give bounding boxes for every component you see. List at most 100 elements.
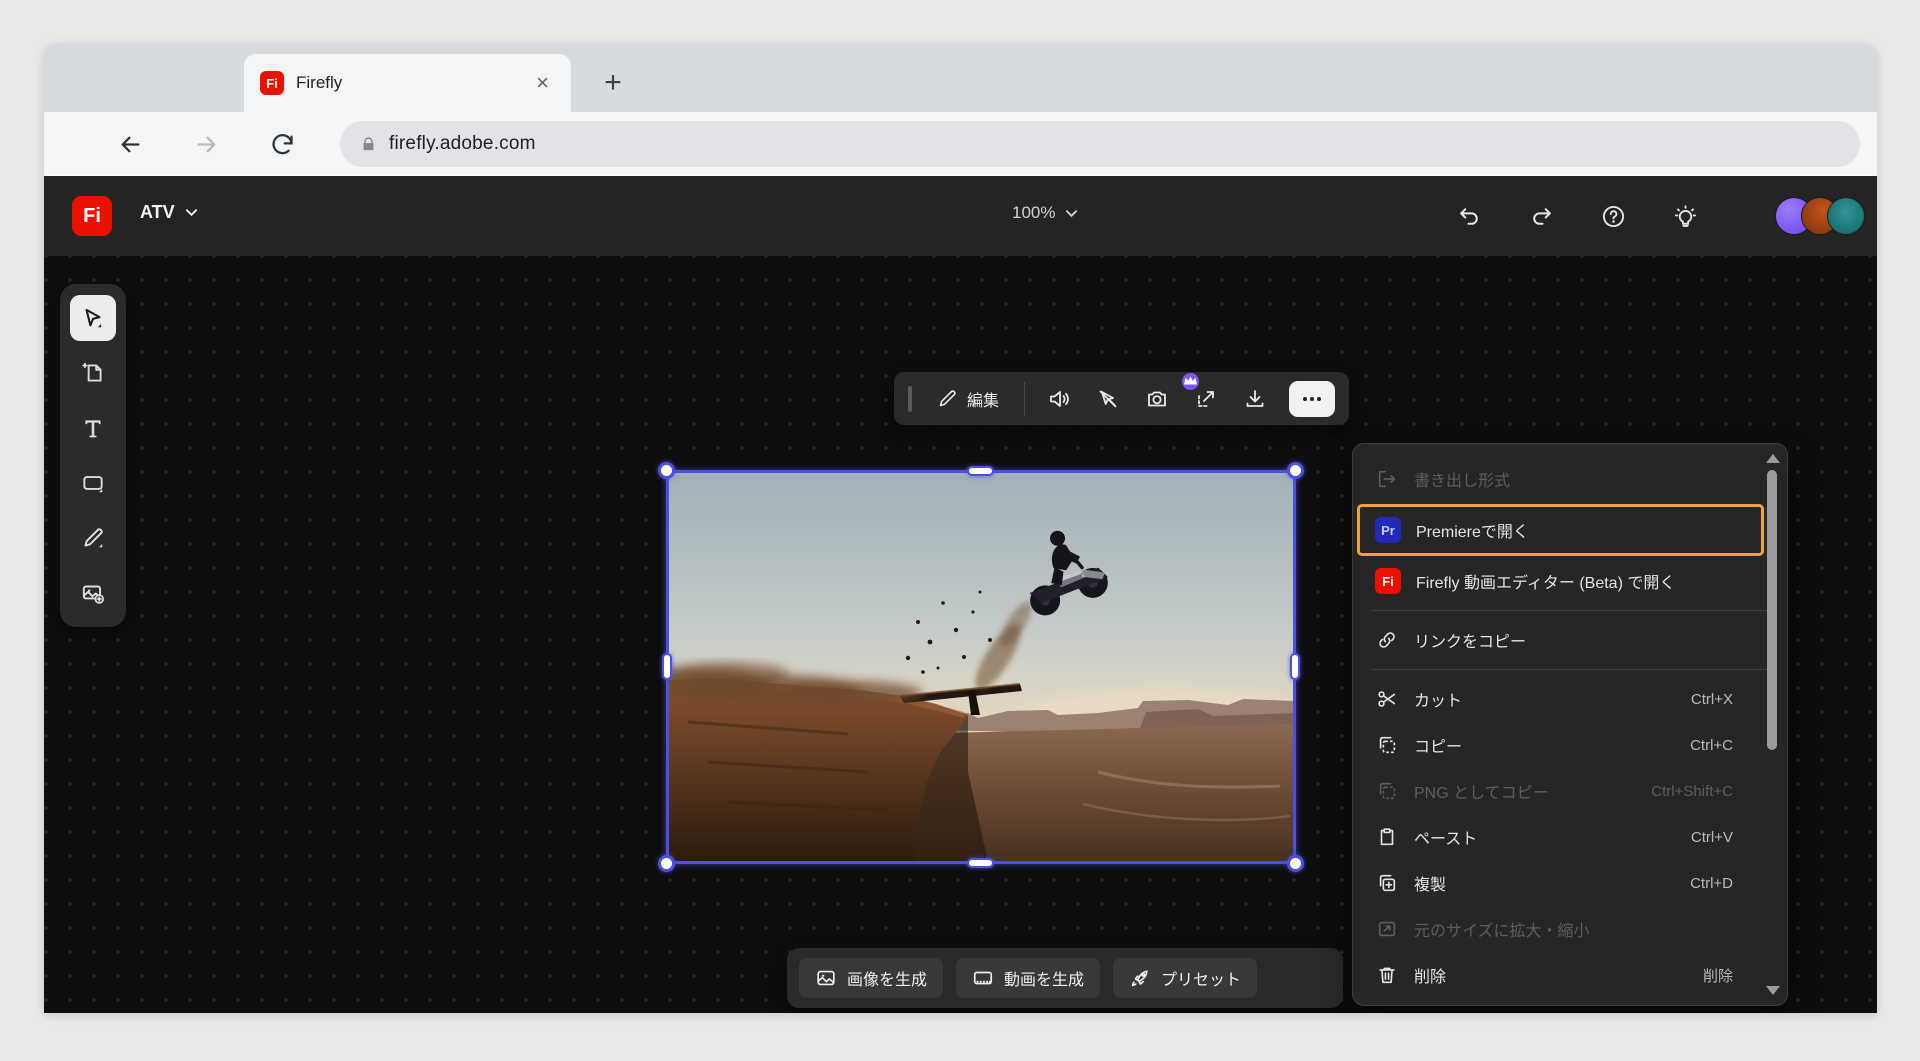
selection-toolbar: 編集	[894, 372, 1350, 425]
generate-video-button[interactable]: 動画を生成	[956, 958, 1101, 998]
trash-icon	[1375, 963, 1399, 987]
shortcut: Ctrl+D	[1690, 874, 1733, 892]
close-tab-icon[interactable]: ×	[530, 70, 555, 96]
resize-handle-top-right[interactable]	[1287, 462, 1304, 479]
browser-tab-bar: Fi Firefly × +	[44, 44, 1877, 131]
volume-icon[interactable]	[1044, 381, 1074, 417]
menu-item-cut[interactable]: カット Ctrl+X	[1353, 676, 1787, 722]
screenshot-root: Fi Firefly × + firefly.adobe.com Fi ATV …	[0, 0, 1920, 1061]
copy-icon	[1375, 779, 1399, 803]
resize-handle-bottom-right[interactable]	[1287, 855, 1304, 872]
image-icon	[817, 970, 835, 986]
menu-item-duplicate[interactable]: 複製 Ctrl+D	[1353, 860, 1787, 906]
project-name: ATV	[140, 202, 175, 222]
generate-image-label: 画像を生成	[847, 972, 928, 989]
forward-icon[interactable]	[188, 126, 224, 162]
duplicate-icon	[1375, 871, 1399, 895]
menu-item-delete[interactable]: 削除 削除	[1353, 952, 1787, 998]
selected-image[interactable]	[658, 462, 1304, 872]
shortcut: Ctrl+X	[1690, 690, 1733, 708]
add-image-icon[interactable]	[70, 570, 116, 616]
draw-tool-icon[interactable]	[70, 515, 116, 561]
export-icon	[1375, 467, 1399, 491]
context-menu: 書き出し形式 Pr Premiereで開く Fi Firefly 動画エディター…	[1352, 443, 1788, 1006]
resize-handle-right[interactable]	[1290, 653, 1300, 680]
camera-icon[interactable]	[1142, 381, 1172, 417]
reload-icon[interactable]	[264, 126, 300, 162]
scrollbar-thumb[interactable]	[1767, 470, 1777, 750]
resize-handle-left[interactable]	[662, 653, 672, 680]
edit-button[interactable]: 編集	[931, 387, 1005, 411]
select-cursor-icon[interactable]	[70, 295, 116, 341]
menu-item-paste[interactable]: ペースト Ctrl+V	[1353, 814, 1787, 860]
resize-handle-bottom[interactable]	[967, 858, 994, 868]
upscale-premium-icon[interactable]	[1182, 372, 1221, 417]
shortcut: Ctrl+C	[1690, 736, 1733, 754]
menu-item-open-premiere[interactable]: Pr Premiereで開く	[1357, 504, 1764, 556]
menu-scrollbar[interactable]	[1764, 454, 1780, 995]
discover-bulb-icon[interactable]	[1663, 194, 1707, 238]
shortcut: Ctrl+Shift+C	[1651, 782, 1733, 800]
browser-window: Fi Firefly × + firefly.adobe.com Fi ATV …	[44, 44, 1877, 1013]
firefly-badge: Fi	[1375, 568, 1401, 594]
drag-handle[interactable]	[908, 385, 912, 412]
tab-title: Firefly	[296, 73, 343, 92]
copy-icon	[1375, 733, 1399, 757]
firefly-app: Fi ATV 100% 編集 画像を生成 動画を生成 プリセット 書き出し形式 …	[44, 176, 1877, 1013]
menu-divider	[1371, 669, 1769, 670]
scroll-up-icon[interactable]	[1766, 454, 1780, 463]
resize-handle-top[interactable]	[967, 466, 994, 476]
menu-item-copy-link[interactable]: リンクをコピー	[1353, 617, 1787, 663]
atv-cliff-jump-photo	[668, 472, 1294, 862]
new-tab-button[interactable]: +	[596, 66, 630, 100]
menu-item-scale-to-original: 元のサイズに拡大・縮小	[1353, 906, 1787, 952]
url-bar[interactable]: firefly.adobe.com	[340, 121, 1860, 167]
app-header: Fi ATV 100%	[44, 176, 1877, 256]
firefly-logo[interactable]: Fi	[72, 196, 112, 236]
lock-icon	[363, 136, 374, 150]
shortcut: Ctrl+V	[1690, 828, 1733, 846]
divider	[1024, 381, 1026, 416]
presets-button[interactable]: プリセット	[1113, 958, 1258, 998]
paste-icon	[1375, 825, 1399, 849]
film-icon	[973, 971, 993, 985]
back-icon[interactable]	[112, 126, 148, 162]
tool-rail	[60, 284, 126, 627]
more-options-button[interactable]	[1289, 380, 1336, 417]
add-page-icon[interactable]	[70, 350, 116, 396]
resize-handle-top-left[interactable]	[658, 462, 675, 479]
rocket-icon	[1131, 970, 1148, 987]
menu-item-open-firefly-editor[interactable]: Fi Firefly 動画エディター (Beta) で開く	[1353, 558, 1787, 604]
shortcut: 削除	[1702, 967, 1733, 985]
collaborator-avatars[interactable]	[1775, 197, 1865, 235]
menu-item-export-format: 書き出し形式	[1353, 456, 1787, 502]
project-name-menu[interactable]: ATV	[140, 202, 198, 223]
shape-tool-icon[interactable]	[70, 460, 116, 506]
generate-bar: 画像を生成 動画を生成 プリセット	[787, 948, 1343, 1008]
chevron-down-icon	[185, 209, 197, 217]
undo-icon[interactable]	[1447, 194, 1491, 238]
scissors-icon	[1375, 687, 1399, 711]
scroll-down-icon[interactable]	[1766, 986, 1780, 995]
browser-tab[interactable]: Fi Firefly ×	[244, 54, 571, 112]
link-icon	[1375, 628, 1399, 652]
redo-icon[interactable]	[1519, 194, 1563, 238]
menu-item-copy[interactable]: コピー Ctrl+C	[1353, 722, 1787, 768]
avatar[interactable]	[1827, 197, 1865, 235]
generate-video-label: 動画を生成	[1004, 972, 1085, 989]
url-text: firefly.adobe.com	[389, 133, 536, 154]
download-icon[interactable]	[1240, 381, 1270, 417]
menu-divider	[1371, 610, 1769, 611]
editor-canvas[interactable]: 編集 画像を生成 動画を生成 プリセット 書き出し形式 Pr Premiereで…	[44, 256, 1877, 1013]
generate-image-button[interactable]: 画像を生成	[799, 958, 944, 998]
pointer-off-icon[interactable]	[1093, 381, 1123, 417]
zoom-level-dropdown[interactable]: 100%	[1012, 203, 1078, 223]
help-icon[interactable]	[1591, 194, 1635, 238]
premium-crown-icon	[1182, 372, 1200, 390]
presets-label: プリセット	[1161, 972, 1242, 989]
resize-handle-bottom-left[interactable]	[658, 855, 675, 872]
resize-icon	[1375, 917, 1399, 941]
text-tool-icon[interactable]	[70, 405, 116, 451]
firefly-favicon: Fi	[260, 71, 284, 95]
edit-label: 編集	[967, 392, 1000, 410]
